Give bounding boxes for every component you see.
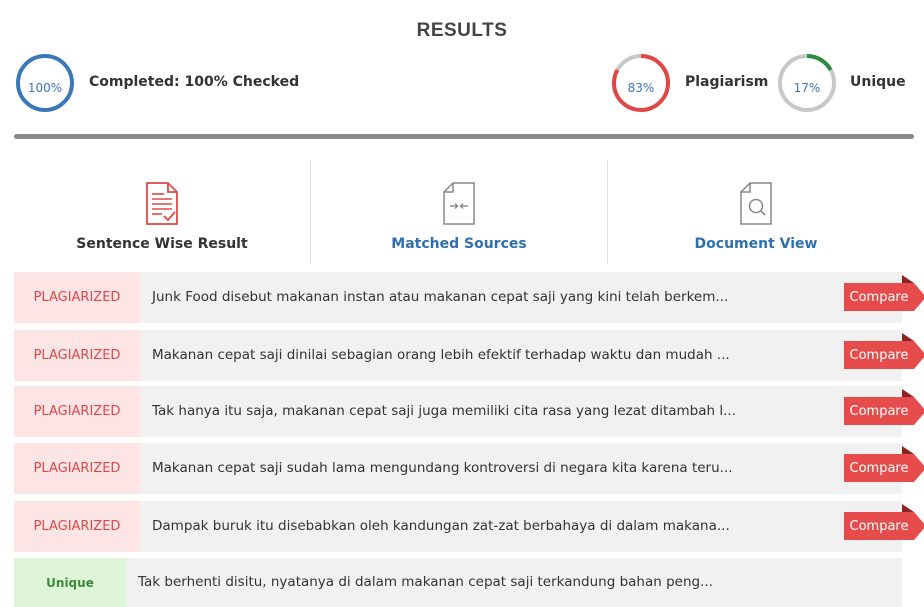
tab-label: Sentence Wise Result <box>76 236 248 252</box>
compare-button[interactable]: Compare <box>844 389 924 425</box>
tab-label: Document View <box>694 236 818 252</box>
plagiarized-badge: PLAGIARIZED <box>14 443 140 494</box>
plagiarism-percent: 83% <box>627 81 655 95</box>
result-row: PLAGIARIZED Tak hanya itu saja, makanan … <box>14 386 924 437</box>
plagiarism-label: Plagiarism <box>685 74 769 90</box>
plagiarized-badge: PLAGIARIZED <box>14 330 140 381</box>
sentence-text: Dampak buruk itu disebabkan oleh kandung… <box>152 518 730 534</box>
tab-sentence-wise-result[interactable]: Sentence Wise Result <box>14 160 310 264</box>
completed-label: Completed: 100% Checked <box>89 74 300 90</box>
result-row: PLAGIARIZED Junk Food disebut makanan in… <box>14 272 924 323</box>
compare-button[interactable]: Compare <box>844 446 924 482</box>
completed-progress-ring: 100% <box>14 52 76 114</box>
divider <box>14 134 914 139</box>
sentence-text: Junk Food disebut makanan instan atau ma… <box>152 289 729 305</box>
document-search-icon <box>736 180 776 228</box>
compare-arrows-file-icon <box>439 180 479 228</box>
document-check-icon <box>142 180 182 228</box>
plagiarism-progress-ring: 83% <box>610 52 672 114</box>
page-title: RESULTS <box>416 20 508 41</box>
unique-progress-ring: 17% <box>776 52 838 114</box>
tab-label: Matched Sources <box>391 236 527 252</box>
tab-matched-sources[interactable]: Matched Sources <box>311 160 607 264</box>
tab-document-view[interactable]: Document View <box>608 160 904 264</box>
unique-badge: Unique <box>14 558 126 607</box>
unique-label: Unique <box>850 74 906 90</box>
unique-percent: 17% <box>793 81 821 95</box>
result-row: PLAGIARIZED Makanan cepat saji sudah lam… <box>14 443 924 494</box>
plagiarized-badge: PLAGIARIZED <box>14 386 140 437</box>
sentence-text: Makanan cepat saji dinilai sebagian oran… <box>152 347 730 363</box>
sentence-text: Makanan cepat saji sudah lama mengundang… <box>152 460 733 476</box>
plagiarized-badge: PLAGIARIZED <box>14 501 140 552</box>
sentence-text: Tak hanya itu saja, makanan cepat saji j… <box>152 403 736 419</box>
compare-button[interactable]: Compare <box>844 275 924 311</box>
completed-percent: 100% <box>27 81 63 95</box>
compare-button[interactable]: Compare <box>844 504 924 540</box>
result-row: Unique Tak berhenti disitu, nyatanya di … <box>14 558 902 607</box>
compare-button[interactable]: Compare <box>844 333 924 369</box>
result-row: PLAGIARIZED Makanan cepat saji dinilai s… <box>14 330 924 381</box>
plagiarized-badge: PLAGIARIZED <box>14 272 140 323</box>
result-row: PLAGIARIZED Dampak buruk itu disebabkan … <box>14 501 924 552</box>
sentence-text: Tak berhenti disitu, nyatanya di dalam m… <box>138 574 713 590</box>
